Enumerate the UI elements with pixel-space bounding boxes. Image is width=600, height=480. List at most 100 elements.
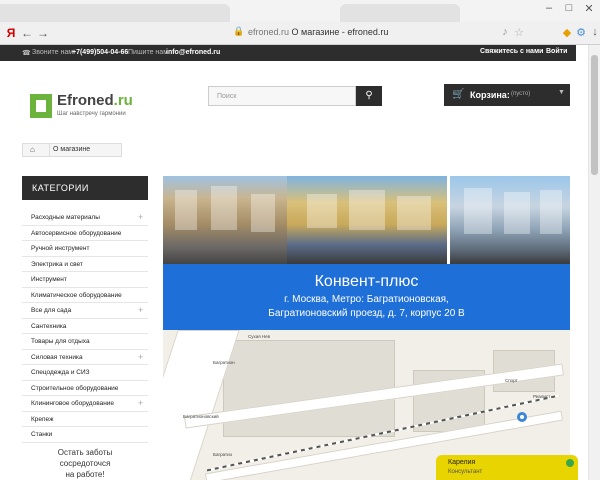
category-item[interactable]: Станки: [22, 427, 148, 443]
category-label: Силовая техника: [31, 353, 83, 361]
browser-tab-inactive[interactable]: [0, 4, 230, 22]
logo-name-main: Efroned: [57, 92, 114, 109]
navigation-row: Я ← → 🔒 efroned.ru О магазине - efroned.…: [0, 24, 600, 44]
minimize-icon[interactable]: –: [540, 2, 558, 14]
category-label: Строительное оборудование: [31, 384, 119, 392]
mic-icon[interactable]: ♪: [498, 26, 512, 38]
categories-header: КАТЕГОРИИ: [22, 176, 148, 200]
page-scrollbar[interactable]: [588, 45, 600, 480]
store-address-line2: Багратионовский проезд, д. 7, корпус 20 …: [268, 308, 465, 319]
breadcrumb-current: О магазине: [53, 146, 91, 153]
category-item[interactable]: Климатическое оборудование: [22, 288, 148, 303]
consultant-role: Консультант: [448, 469, 483, 475]
lock-icon: 🔒: [233, 26, 245, 36]
category-label: Спецодежда и СИЗ: [31, 369, 90, 376]
search-button[interactable]: ⚲: [356, 86, 382, 106]
category-label: Инструмент: [31, 276, 67, 283]
consultant-name: Карелия: [448, 459, 476, 466]
close-icon[interactable]: ✕: [580, 2, 598, 15]
address-domain: efroned.ru: [248, 27, 290, 37]
category-label: Товары для отдыха: [31, 338, 90, 345]
map-label: Багратион: [213, 360, 235, 365]
category-label: Расходные материалы: [31, 214, 100, 221]
logo-tagline: Шаг навстречу гармонии: [57, 111, 126, 117]
map-label: Реалист: [533, 394, 551, 399]
chevron-down-icon: ▼: [558, 89, 565, 96]
category-item[interactable]: Крепеж: [22, 412, 148, 427]
category-item[interactable]: Спецодежда и СИЗ: [22, 365, 148, 381]
bookmark-star-icon[interactable]: ☆: [512, 26, 526, 39]
address-title: О магазине - efroned.ru: [291, 27, 389, 37]
consultant-widget[interactable]: Карелия Консультант: [436, 455, 578, 480]
category-label: Сантехника: [31, 322, 67, 330]
promo-line: сосредоточся: [59, 459, 111, 468]
category-item[interactable]: Ручной инструмент: [22, 241, 148, 257]
cart-button[interactable]: 🛒 Корзина: (пусто) ▼: [444, 84, 570, 106]
search-input[interactable]: Поиск: [208, 86, 356, 106]
category-label: Ручной инструмент: [31, 245, 90, 252]
write-label: Пишите нам:: [128, 49, 170, 56]
category-item[interactable]: Электрика и свет: [22, 257, 148, 272]
category-label: Крепеж: [31, 415, 54, 423]
category-list: Расходные материалы + Автосервисное обору…: [22, 210, 148, 443]
category-item[interactable]: Автосервисное оборудование: [22, 226, 148, 241]
search-icon: ⚲: [365, 90, 373, 101]
tab-strip: – □ ✕: [0, 0, 600, 22]
settings-icon[interactable]: ⚙: [574, 26, 588, 39]
forward-arrow-icon[interactable]: →: [36, 26, 50, 40]
category-label: Климатическое оборудование: [31, 291, 122, 299]
map-building: [223, 340, 395, 437]
logo-name-suffix: .ru: [113, 92, 133, 109]
category-label: Клининговое оборудование: [31, 400, 115, 407]
address-banner: Конвент-плюс г. Москва, Метро: Багратион…: [163, 264, 570, 330]
category-item[interactable]: Строительное оборудование: [22, 381, 148, 396]
login-link[interactable]: Войти: [546, 48, 567, 55]
contact-us-link[interactable]: Свяжитесь с нами: [480, 48, 543, 55]
map-label: Сухая Нев: [248, 334, 271, 339]
download-icon[interactable]: ↓: [588, 26, 600, 38]
store-name: Конвент-плюс: [314, 273, 419, 290]
call-label: Звоните нам:: [32, 49, 76, 56]
promo-line: Остать заботы: [57, 448, 113, 457]
extension-icon[interactable]: ◆: [560, 26, 574, 39]
category-label: Автосервисное оборудование: [31, 229, 122, 237]
cart-icon: 🛒: [452, 89, 465, 100]
category-item[interactable]: Все для сада +: [22, 303, 148, 319]
email-link[interactable]: info@efroned.ru: [166, 49, 220, 56]
store-photo: [287, 176, 447, 264]
map-label: Багратио: [213, 452, 233, 457]
home-icon[interactable]: ⌂: [30, 145, 35, 154]
expand-plus-icon[interactable]: +: [138, 212, 143, 222]
promo-line: на работе!: [65, 470, 105, 479]
yandex-button[interactable]: Я: [4, 26, 18, 40]
maximize-icon[interactable]: □: [560, 2, 578, 14]
back-arrow-icon[interactable]: ←: [20, 26, 34, 40]
store-photos: [163, 176, 570, 264]
category-item[interactable]: Расходные материалы +: [22, 210, 148, 226]
category-label: Электрика и свет: [31, 260, 83, 268]
map-label: Багратионовский: [183, 414, 219, 419]
expand-plus-icon[interactable]: +: [138, 305, 143, 315]
category-item[interactable]: Сантехника: [22, 319, 148, 334]
category-item[interactable]: Инструмент: [22, 272, 148, 288]
browser-tab-active[interactable]: [340, 4, 460, 22]
category-item[interactable]: Силовая техника +: [22, 350, 148, 365]
category-item[interactable]: Товары для отдыха: [22, 334, 148, 350]
expand-plus-icon[interactable]: +: [138, 352, 143, 362]
logo-icon: [30, 94, 52, 118]
address-bar[interactable]: efroned.ru О магазине - efroned.ru: [248, 27, 388, 37]
breadcrumb: ⌂ О магазине: [22, 143, 122, 157]
site-logo[interactable]: Efroned.ru Шаг навстречу гармонии: [30, 92, 140, 124]
category-label: Станки: [31, 431, 53, 438]
cart-label: Корзина:: [470, 90, 510, 100]
scrollbar-thumb[interactable]: [591, 55, 598, 175]
store-photo: [163, 176, 287, 264]
category-item[interactable]: Клининговое оборудование +: [22, 396, 148, 412]
site-topbar: ☎ Звоните нам: +7(499)504-04-66 Пишите н…: [0, 45, 576, 61]
expand-plus-icon[interactable]: +: [138, 398, 143, 408]
browser-chrome: – □ ✕ Я ← → 🔒 efroned.ru О магазине - ef…: [0, 0, 600, 45]
cart-status: (пусто): [511, 91, 531, 97]
phone-number[interactable]: +7(499)504-04-66: [72, 49, 128, 56]
location-pin-icon[interactable]: [517, 412, 527, 426]
logo-name: Efroned.ru: [57, 92, 133, 109]
